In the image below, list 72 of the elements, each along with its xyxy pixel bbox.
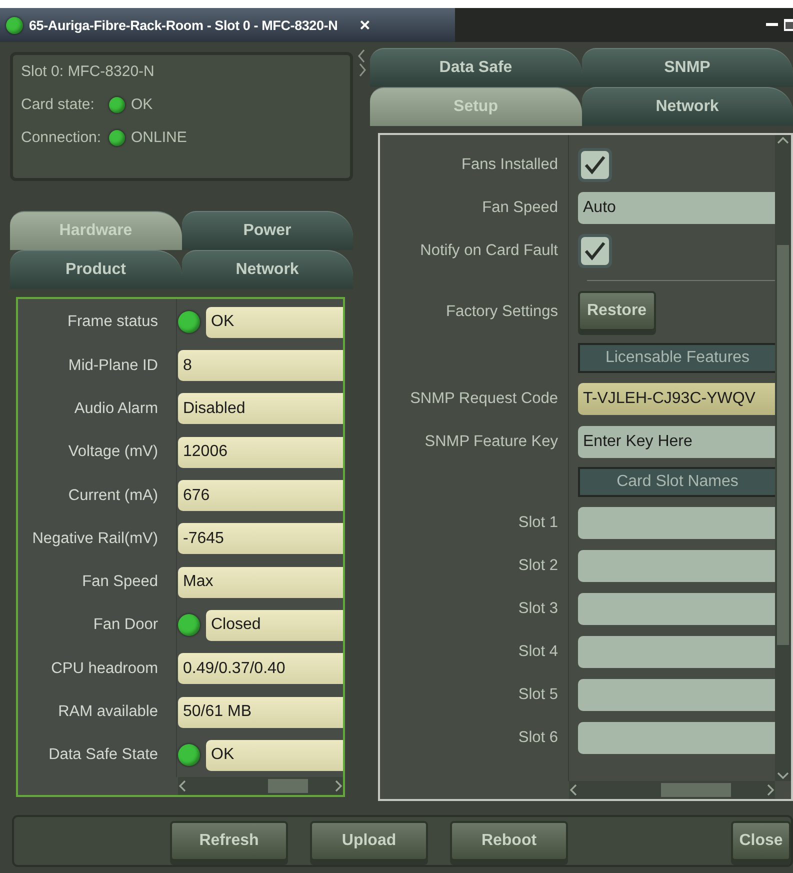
check-icon [584,154,606,174]
value-field: 8 [178,350,343,382]
value-field: OK [206,740,343,771]
tab[interactable]: Product [10,250,182,289]
section-header: Card Slot Names [578,467,775,497]
tab[interactable]: Network [182,250,353,289]
field-label: CPU headroom [50,660,159,678]
input-field[interactable]: Auto [578,192,775,224]
value-field: Disabled [178,393,343,424]
tab[interactable]: Data Safe [370,48,582,87]
field-label: Slot 2 [517,556,559,574]
value-field: Closed [206,610,343,641]
checkbox[interactable] [578,234,612,268]
check-icon [584,240,606,260]
maximize-icon[interactable] [784,19,793,31]
input-field[interactable] [578,550,775,582]
horizontal-scrollbar[interactable] [178,777,343,795]
field-label: Slot 3 [517,600,559,618]
field-label: Audio Alarm [73,400,159,418]
field-label: Slot 5 [517,686,559,704]
field-label: Negative Rail(mV) [31,530,159,548]
right-chevron-icon[interactable] [333,780,343,792]
value-field: Max [178,566,343,598]
info-label: Connection: [21,129,102,146]
right-chevron-icon[interactable] [765,784,775,796]
field-label: SNMP Feature Key [424,432,559,450]
input-field[interactable] [578,592,775,624]
status-text: OK [131,96,153,113]
input-field[interactable] [578,722,775,754]
value-field: 50/61 MB [178,696,343,728]
input-field[interactable] [578,506,775,538]
section-header: Licensable Features [578,343,775,373]
field-label: Fan Door [92,616,159,634]
value-field: 12006 [178,436,343,468]
value-field: 0.49/0.37/0.40 [178,653,343,684]
value-field: OK [206,306,343,338]
checkbox[interactable] [578,148,612,182]
tab[interactable]: SNMP [582,48,793,87]
field-label: Current (mA) [67,486,159,505]
field-label: SNMP Request Code [409,390,559,408]
field-label: Slot 4 [517,642,559,660]
field-label: Factory Settings [445,303,559,321]
left-chevron-icon[interactable] [178,780,188,792]
input-field[interactable]: T-VJLEH-CJ93C-YWQV [578,382,775,414]
input-field[interactable]: Enter Key Here [578,426,775,458]
left-chevron-icon[interactable] [569,784,579,796]
value-field: 676 [178,480,343,512]
field-label: Notify on Card Fault [419,242,559,260]
field-label: Fan Speed [481,198,559,216]
field-label: Data Safe State [48,746,159,764]
tab[interactable]: Power [182,210,353,250]
input-field[interactable] [578,636,775,668]
horizontal-scrollbar[interactable] [569,781,775,799]
field-label: Fan Speed [81,573,159,592]
tab[interactable]: Network [582,87,793,126]
field-label: Frame status [66,313,159,332]
status-text: ONLINE [131,129,187,146]
field-label: Fans Installed [460,156,559,174]
info-label: Card state: [21,96,96,113]
close-button[interactable]: × [356,14,374,36]
input-field[interactable] [578,678,775,710]
value-field: -7645 [178,523,343,554]
field-label: Slot 1 [517,514,559,532]
field-label: Mid-Plane ID [67,356,159,375]
card-title: Slot 0: MFC-8320-N [21,63,156,80]
field-label: RAM available [57,703,159,722]
window-title: 65-Auriga-Fibre-Rack-Room - Slot 0 - MFC-8320-N [29,18,338,32]
field-label: Slot 6 [517,728,559,746]
field-label: Voltage (mV) [67,443,159,462]
vertical-scrollbar[interactable] [775,135,791,781]
minimize-icon[interactable] [766,22,778,28]
splitter-handle-icon[interactable] [356,48,366,78]
